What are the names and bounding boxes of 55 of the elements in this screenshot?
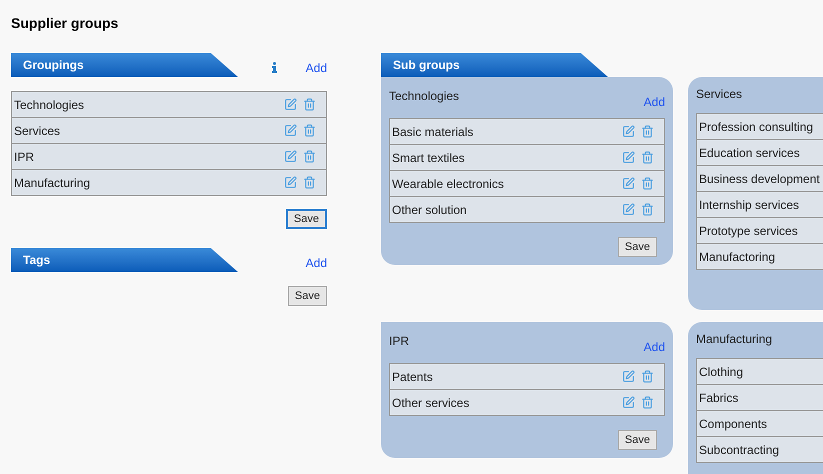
save-button[interactable]: Save — [288, 286, 327, 306]
edit-icon[interactable] — [284, 98, 297, 111]
trash-icon[interactable] — [641, 151, 654, 164]
info-icon[interactable] — [272, 62, 277, 72]
card-title: Manufacturing — [696, 331, 774, 348]
add-link[interactable]: Add — [306, 254, 327, 272]
edit-icon[interactable] — [622, 203, 635, 216]
list-item-label: Smart textiles — [391, 150, 465, 166]
edit-icon[interactable] — [622, 125, 635, 138]
list-item-label: Business development — [698, 170, 820, 188]
list-item-label: Services — [13, 122, 60, 140]
section-header: Tags — [11, 248, 238, 272]
list-item-label: Manufacturing — [13, 174, 90, 192]
edit-icon[interactable] — [284, 124, 297, 137]
edit-icon[interactable] — [284, 176, 297, 189]
trash-icon[interactable] — [641, 125, 654, 138]
list-item-label: Profession consulting — [698, 118, 814, 136]
list-item-label: Components — [698, 416, 768, 432]
trash-icon[interactable] — [303, 124, 316, 137]
list-item-label: Education services — [698, 144, 800, 162]
trash-icon[interactable] — [641, 203, 654, 216]
edit-icon[interactable] — [622, 370, 635, 383]
list-item-label: Patents — [391, 368, 433, 386]
trash-icon[interactable] — [303, 150, 316, 163]
trash-icon[interactable] — [303, 98, 316, 111]
edit-icon[interactable] — [622, 151, 635, 164]
trash-icon[interactable] — [303, 176, 316, 189]
list-item-label: Fabrics — [698, 390, 738, 406]
page-title: Supplier groups — [11, 14, 118, 33]
trash-icon[interactable] — [641, 396, 654, 409]
list-item-label: Subcontracting — [698, 442, 780, 458]
trash-icon[interactable] — [641, 370, 654, 383]
save-button[interactable]: Save — [618, 430, 657, 450]
list-item-label: Wearable electronics — [391, 176, 504, 192]
edit-icon[interactable] — [622, 396, 635, 409]
card-title: Services — [696, 86, 744, 103]
section-header: Groupings — [11, 53, 238, 77]
list-item-label: Basic materials — [391, 124, 474, 140]
save-button[interactable]: Save — [618, 237, 657, 257]
card-title: IPR — [389, 333, 410, 350]
list-item-label: Internship services — [698, 196, 800, 214]
list-item-label: Technologies — [13, 96, 84, 114]
list-item-label: IPR — [13, 148, 34, 166]
list-item-label: Prototype services — [698, 222, 798, 240]
section-header: Sub groups — [381, 53, 608, 77]
edit-icon[interactable] — [622, 177, 635, 190]
card-title: Technologies — [389, 88, 460, 105]
list-item-label: Other solution — [391, 202, 467, 218]
list-item-label: Manufactoring — [698, 248, 776, 266]
edit-icon[interactable] — [284, 150, 297, 163]
list-item-label: Clothing — [698, 364, 744, 380]
list-item-label: Other services — [391, 394, 470, 412]
save-button[interactable]: Save — [286, 209, 327, 229]
trash-icon[interactable] — [641, 177, 654, 190]
add-link[interactable]: Add — [306, 59, 327, 77]
